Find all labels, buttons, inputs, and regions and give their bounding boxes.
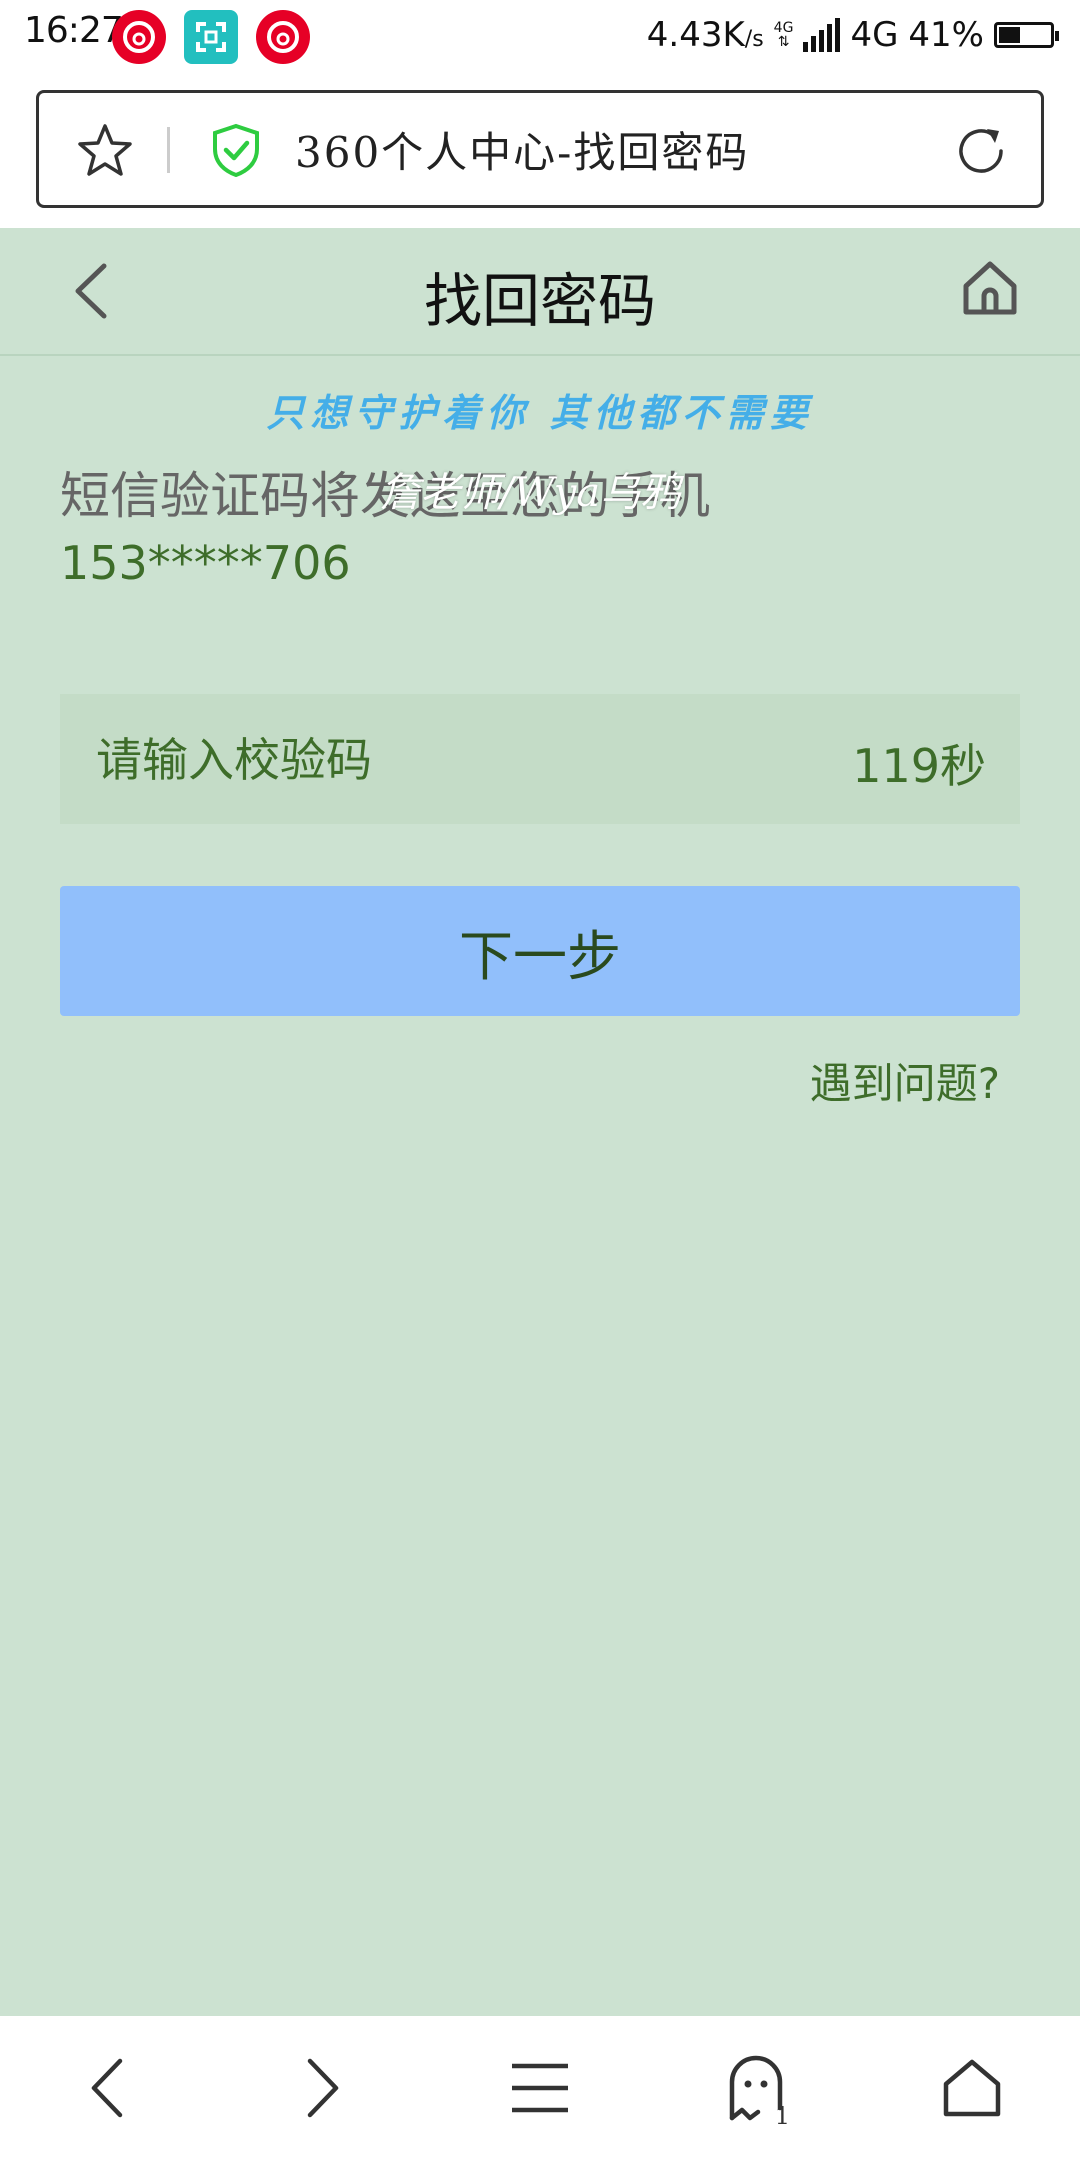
countdown-timer: 119秒 — [852, 739, 986, 793]
nav-tabs-button[interactable]: 1 — [706, 2038, 806, 2138]
battery-percent: 41% — [908, 15, 984, 55]
netease-music-icon — [112, 10, 166, 64]
nav-back-button[interactable] — [58, 2038, 158, 2138]
page-content: 找回密码 只想守护着你 其他都不需要 短信验证码将发送至您的手机 詹老师/Wya… — [0, 228, 1080, 2016]
forward-arrow-icon — [307, 2058, 339, 2118]
address-bar[interactable]: 360个人中心-找回密码 — [36, 90, 1044, 208]
tab-count: 1 — [774, 2102, 790, 2130]
page-header: 找回密码 — [0, 228, 1080, 356]
small-network-label: 4G ⇅ — [773, 20, 794, 50]
scan-app-icon — [184, 10, 238, 64]
address-divider — [167, 127, 170, 173]
netease-music-icon — [256, 10, 310, 64]
refresh-icon[interactable] — [951, 121, 1011, 181]
nav-forward-button[interactable] — [272, 2038, 372, 2138]
status-bar: 16:27 4.43K/s 4G ⇅ 4G 41% — [0, 0, 1080, 70]
status-indicators: 4.43K/s 4G ⇅ 4G 41% — [646, 10, 1059, 60]
page-url-title[interactable]: 360个人中心-找回密码 — [295, 119, 749, 180]
help-link[interactable]: 遇到问题? — [810, 1050, 1000, 1111]
battery-icon — [994, 22, 1059, 48]
verification-code-input[interactable] — [94, 694, 818, 826]
home-icon[interactable] — [958, 256, 1022, 320]
network-speed: 4.43K/s — [646, 15, 764, 55]
back-arrow-icon — [91, 2058, 123, 2118]
watermark-slogan: 只想守护着你 其他都不需要 — [266, 390, 814, 435]
security-shield-icon — [213, 123, 259, 177]
verification-code-field: 119秒 — [60, 694, 1020, 826]
bottom-navigation: 1 — [0, 2016, 1080, 2160]
page-title: 找回密码 — [423, 267, 656, 335]
home-icon — [943, 2059, 1001, 2117]
next-step-button[interactable]: 下一步 — [60, 886, 1020, 1016]
nav-home-button[interactable] — [922, 2038, 1022, 2138]
signal-bars-icon — [803, 18, 841, 52]
nav-menu-button[interactable] — [490, 2038, 590, 2138]
network-type: 4G — [850, 15, 899, 55]
browser-toolbar: 360个人中心-找回密码 — [0, 70, 1080, 228]
menu-icon — [512, 2063, 568, 2113]
bookmark-star-icon[interactable] — [75, 121, 135, 181]
phone-number: 153*****706 — [60, 536, 351, 590]
watermark-signature: 詹老师/Wya乌鸦 — [380, 470, 681, 516]
status-time: 16:27 — [24, 10, 124, 51]
